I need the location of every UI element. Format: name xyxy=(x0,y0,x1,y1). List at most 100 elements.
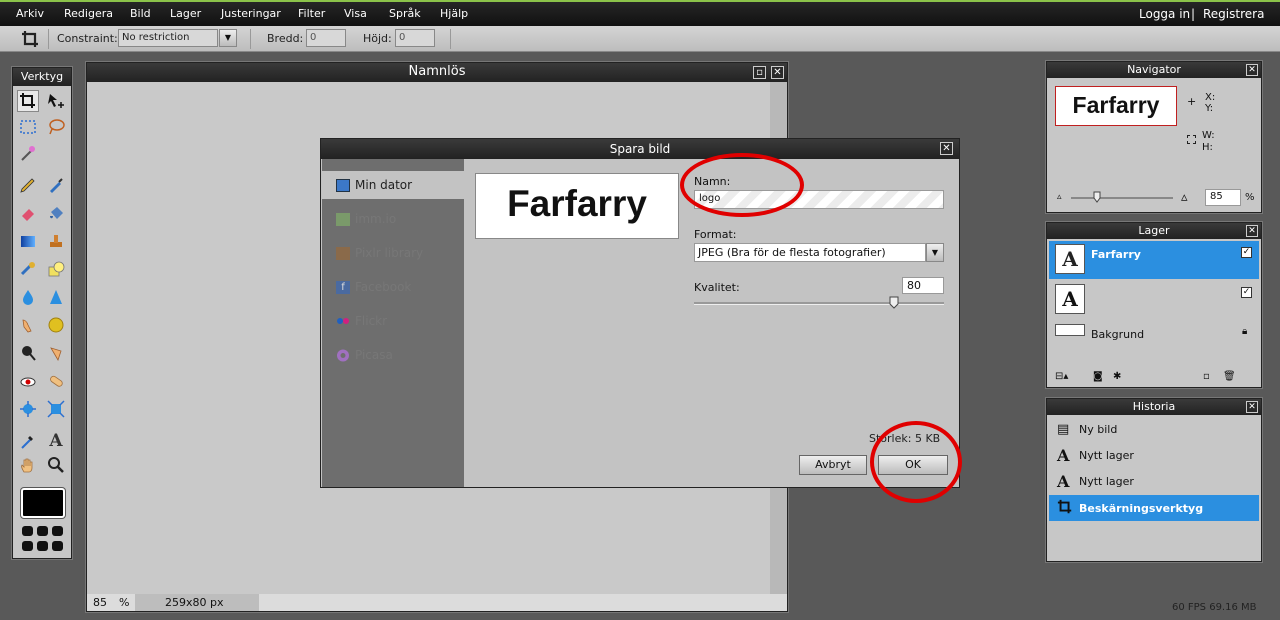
close-icon[interactable]: ✕ xyxy=(771,66,784,79)
layer-row[interactable]: A Farfarry ✓ xyxy=(1049,241,1259,279)
smudge-tool-icon[interactable] xyxy=(17,314,39,336)
menu-visa[interactable]: Visa xyxy=(344,7,367,20)
quality-slider-track[interactable] xyxy=(694,302,944,305)
lock-icon: 🔒︎ xyxy=(1242,326,1248,337)
navigator-preview[interactable]: Farfarry xyxy=(1055,86,1177,126)
constraint-label: Constraint: xyxy=(57,32,118,45)
close-icon[interactable]: ✕ xyxy=(1246,401,1258,413)
menu-bar: Arkiv Redigera Bild Lager Justeringar Fi… xyxy=(0,0,1280,26)
w-label: W: xyxy=(1202,130,1215,141)
history-item[interactable]: A Nytt lager xyxy=(1049,443,1259,467)
sharpen-tool-icon[interactable] xyxy=(45,286,67,308)
menu-redigera[interactable]: Redigera xyxy=(64,7,113,20)
maximize-icon[interactable]: ▫ xyxy=(753,66,766,79)
constraint-select[interactable]: No restriction xyxy=(118,29,218,47)
dialog-title: Spara bild xyxy=(321,139,959,159)
service-label: Picasa xyxy=(355,348,393,362)
pinch-tool-icon[interactable] xyxy=(45,398,67,420)
menu-bild[interactable]: Bild xyxy=(130,7,151,20)
bucket-tool-icon[interactable] xyxy=(45,202,67,224)
move-tool-icon[interactable] xyxy=(45,90,67,112)
brush-tool-icon[interactable] xyxy=(45,174,67,196)
new-image-icon: ▤ xyxy=(1057,421,1070,437)
delete-layer-icon[interactable]: 🗑︎ xyxy=(1223,371,1236,382)
width-input[interactable]: 0 xyxy=(306,29,346,47)
stamp-tool-icon[interactable] xyxy=(45,230,67,252)
close-icon[interactable]: ✕ xyxy=(1246,64,1258,76)
menu-filter[interactable]: Filter xyxy=(298,7,325,20)
layer-row[interactable]: Bakgrund 🔒︎ xyxy=(1049,321,1259,349)
hand-tool-icon[interactable] xyxy=(17,454,39,476)
new-layer-icon[interactable]: ▫ xyxy=(1203,371,1210,382)
history-item[interactable]: A Nytt lager xyxy=(1049,469,1259,493)
service-immio[interactable]: imm.io xyxy=(336,212,396,226)
service-facebook[interactable]: f Facebook xyxy=(336,280,411,294)
service-my-computer[interactable]: Min dator xyxy=(336,178,412,192)
service-picasa[interactable]: Picasa xyxy=(336,348,393,362)
mode-buttons[interactable] xyxy=(21,525,65,553)
pencil-tool-icon[interactable] xyxy=(17,174,39,196)
magic-wand-icon[interactable] xyxy=(17,142,39,164)
drawing-tool-icon[interactable] xyxy=(45,258,67,280)
lasso-tool-icon[interactable] xyxy=(45,116,67,138)
layer-mask-icon[interactable]: ◙ xyxy=(1093,371,1103,382)
nav-zoom-track[interactable] xyxy=(1071,197,1173,199)
layer-style-icon[interactable]: ✱ xyxy=(1113,371,1121,382)
service-pixlr-library[interactable]: Pixlr library xyxy=(336,246,423,260)
visibility-checkbox[interactable]: ✓ xyxy=(1241,247,1252,258)
menu-hjalp[interactable]: Hjälp xyxy=(440,7,468,20)
gradient-tool-icon[interactable] xyxy=(17,230,39,252)
text-tool-icon[interactable]: A xyxy=(45,430,67,452)
menu-lager[interactable]: Lager xyxy=(170,7,201,20)
menu-sprak[interactable]: Språk xyxy=(389,7,421,20)
spot-heal-icon[interactable] xyxy=(45,370,67,392)
layer-settings-icon[interactable]: ⊟▴ xyxy=(1055,371,1068,382)
history-item[interactable]: ▤ Ny bild xyxy=(1049,417,1259,441)
zoom-value[interactable]: 85 xyxy=(93,596,107,609)
menu-arkiv[interactable]: Arkiv xyxy=(16,7,44,20)
navigator-panel: Navigator ✕ Farfarry + X: Y: W: H: ▵ ▵ 8… xyxy=(1046,61,1262,213)
close-icon[interactable]: ✕ xyxy=(940,142,953,155)
visibility-checkbox[interactable]: ✓ xyxy=(1241,287,1252,298)
color-replace-icon[interactable] xyxy=(17,258,39,280)
red-eye-tool-icon[interactable] xyxy=(17,370,39,392)
cancel-button[interactable]: Avbryt xyxy=(799,455,867,475)
service-flickr[interactable]: Flickr xyxy=(336,314,387,328)
divider xyxy=(250,29,251,49)
service-label: Min dator xyxy=(355,178,413,192)
register-link[interactable]: Registrera xyxy=(1203,7,1264,21)
eraser-tool-icon[interactable] xyxy=(17,202,39,224)
zoom-tool-icon[interactable] xyxy=(45,454,67,476)
zoom-in-icon[interactable]: ▵ xyxy=(1181,190,1188,205)
annotation-circle xyxy=(870,421,962,503)
dodge-tool-icon[interactable] xyxy=(45,342,67,364)
layer-row[interactable]: A ✓ xyxy=(1049,281,1259,319)
service-label: Pixlr library xyxy=(355,246,424,260)
close-icon[interactable]: ✕ xyxy=(1246,225,1258,237)
height-input[interactable]: 0 xyxy=(395,29,435,47)
layer-name: Farfarry xyxy=(1091,248,1141,261)
eyedropper-tool-icon[interactable] xyxy=(17,430,39,452)
service-label: Facebook xyxy=(355,280,412,294)
zoom-out-icon[interactable]: ▵ xyxy=(1057,192,1062,202)
nav-zoom-input[interactable]: 85 xyxy=(1205,189,1241,206)
burn-tool-icon[interactable] xyxy=(17,342,39,364)
marquee-tool-icon[interactable] xyxy=(17,116,39,138)
chevron-down-icon[interactable]: ▼ xyxy=(219,29,237,47)
crop-tool-icon[interactable] xyxy=(17,90,39,112)
sponge-tool-icon[interactable] xyxy=(45,314,67,336)
toolbox-title: Verktyg xyxy=(13,68,71,86)
chevron-down-icon[interactable]: ▼ xyxy=(926,243,944,262)
nav-zoom-thumb[interactable] xyxy=(1093,191,1101,203)
history-item[interactable]: Beskärningsverktyg xyxy=(1049,495,1259,521)
format-select[interactable]: JPEG (Bra för de flesta fotografier) xyxy=(694,243,926,262)
login-link[interactable]: Logga in xyxy=(1139,7,1190,21)
blur-tool-icon[interactable] xyxy=(17,286,39,308)
history-panel: Historia ✕ ▤ Ny bild A Nytt lager A Nytt… xyxy=(1046,398,1262,562)
crosshair-icon: + xyxy=(1187,95,1197,108)
bloat-tool-icon[interactable] xyxy=(17,398,39,420)
quality-slider-thumb[interactable] xyxy=(889,296,899,309)
quality-input[interactable]: 80 xyxy=(902,277,944,294)
foreground-color-swatch[interactable] xyxy=(21,488,65,518)
menu-justeringar[interactable]: Justeringar xyxy=(221,7,281,20)
